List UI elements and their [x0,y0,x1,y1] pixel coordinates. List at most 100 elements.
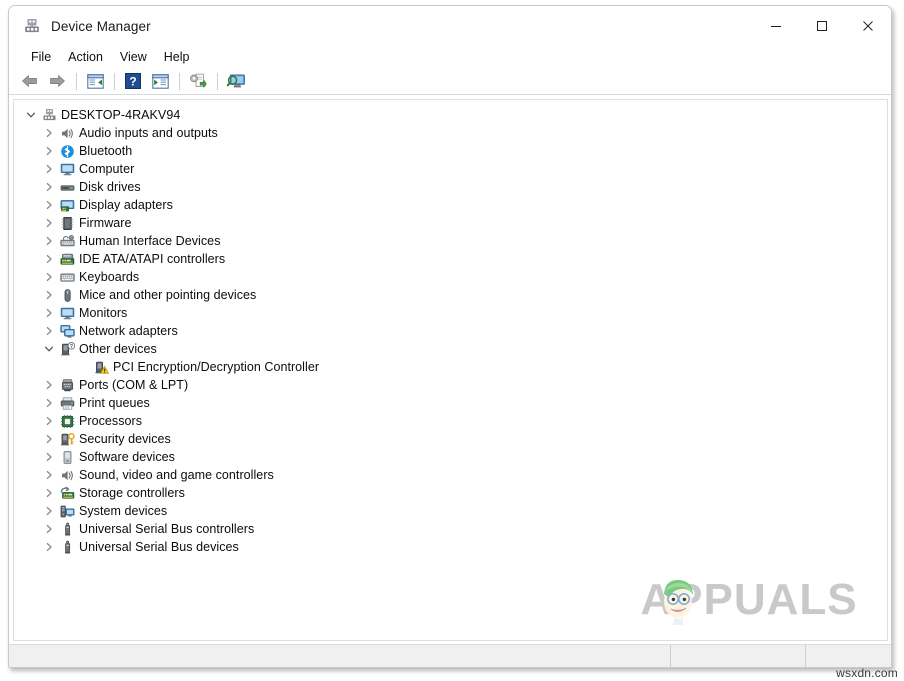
tree-node[interactable]: Sound, video and game controllers [14,466,887,484]
tree-node[interactable]: Ports (COM & LPT) [14,376,887,394]
chevron-right-icon[interactable] [40,124,57,142]
tree-node[interactable]: Bluetooth [14,142,887,160]
tree-node[interactable]: Computer [14,160,887,178]
mouse-icon [57,286,77,304]
back-button[interactable] [17,69,43,93]
update-driver-button[interactable] [185,69,211,93]
tree-node[interactable]: Firmware [14,214,887,232]
separator-4 [217,72,218,90]
unknown-device-icon: ? [57,340,77,358]
tree-node-label: PCI Encryption/Decryption Controller [113,360,320,374]
tree-node-root[interactable]: DESKTOP-4RAKV94 [14,106,887,124]
tree-node-label: Firmware [79,216,132,230]
minimize-button[interactable] [753,6,799,46]
chevron-right-icon[interactable] [40,178,57,196]
window-title: Device Manager [51,18,151,34]
usb-icon [57,520,77,538]
show-hide-console-tree-button[interactable] [82,69,108,93]
chevron-right-icon[interactable] [40,142,57,160]
help-button[interactable]: ? [120,69,146,93]
tree-node-label: System devices [79,504,168,518]
tree-node[interactable]: Security devices [14,430,887,448]
tree-node-label: Computer [79,162,135,176]
tree-node[interactable]: Software devices [14,448,887,466]
chevron-right-icon[interactable] [40,448,57,466]
chevron-right-icon[interactable] [40,322,57,340]
tree-node-label: Disk drives [79,180,141,194]
chevron-right-icon[interactable] [40,466,57,484]
speaker-icon [57,124,77,142]
console-tree-icon [86,73,104,89]
menu-view[interactable]: View [112,47,156,67]
menu-help[interactable]: Help [156,47,199,67]
chevron-right-icon[interactable] [40,520,57,538]
chevron-right-icon[interactable] [40,286,57,304]
chevron-right-icon[interactable] [40,430,57,448]
chevron-right-icon[interactable] [40,484,57,502]
window-controls [753,6,891,46]
properties-button[interactable] [147,69,173,93]
chevron-right-icon[interactable] [40,214,57,232]
menu-bar: File Action View Help [9,46,891,68]
separator-3 [179,72,180,90]
chevron-right-icon[interactable] [40,250,57,268]
tree-node[interactable]: Keyboards [14,268,887,286]
tree-node-label: Software devices [79,450,175,464]
tree-node[interactable]: PCI Encryption/Decryption Controller [14,358,887,376]
forward-button[interactable] [44,69,70,93]
toolbar: ? [9,68,891,95]
tree-node[interactable]: Universal Serial Bus devices [14,538,887,556]
tree-node[interactable]: IDE ATA/ATAPI controllers [14,250,887,268]
tree-node-label: Monitors [79,306,128,320]
chevron-right-icon[interactable] [40,196,57,214]
chevron-right-icon[interactable] [40,502,57,520]
chevron-right-icon[interactable] [40,538,57,556]
tree-node[interactable]: Universal Serial Bus controllers [14,520,887,538]
tree-node[interactable]: Storage controllers [14,484,887,502]
device-tree-list: DESKTOP-4RAKV94 Audio inputs and outputs… [14,100,887,556]
storage-controller-icon [57,484,77,502]
tree-node[interactable]: Human Interface Devices [14,232,887,250]
tree-node[interactable]: Processors [14,412,887,430]
chevron-right-icon[interactable] [40,268,57,286]
scan-hardware-changes-button[interactable] [223,69,249,93]
svg-text:?: ? [69,343,72,349]
device-tree-pane: APPUALS DESKTOP-4RAKV94 Audio inputs and… [9,95,891,644]
tree-node[interactable]: Display adapters [14,196,887,214]
chevron-down-icon[interactable] [40,340,57,358]
appuals-watermark: APPUALS [640,575,857,625]
tree-node-label: Universal Serial Bus devices [79,540,239,554]
update-driver-icon [190,73,207,88]
close-button[interactable] [845,6,891,46]
system-device-icon [57,502,77,520]
device-tree[interactable]: APPUALS DESKTOP-4RAKV94 Audio inputs and… [13,99,888,641]
scan-hardware-icon [226,74,245,88]
tree-node-label: IDE ATA/ATAPI controllers [79,252,226,266]
chevron-right-icon[interactable] [40,232,57,250]
device-manager-icon [25,19,39,33]
status-bar [9,644,891,667]
tree-node[interactable]: ? Other devices [14,340,887,358]
tree-children-container: Audio inputs and outputs Bluetooth Compute… [14,124,887,556]
status-pane-2 [671,645,806,667]
chevron-right-icon[interactable] [40,160,57,178]
security-key-icon [57,430,77,448]
tree-node[interactable]: Disk drives [14,178,887,196]
minimize-icon [771,26,781,27]
maximize-button[interactable] [799,6,845,46]
chevron-down-icon[interactable] [22,106,39,124]
display-adapter-icon [57,196,77,214]
tree-node[interactable]: Print queues [14,394,887,412]
chevron-right-icon[interactable] [40,376,57,394]
tree-node[interactable]: Network adapters [14,322,887,340]
menu-action[interactable]: Action [60,47,112,67]
menu-file[interactable]: File [23,47,60,67]
chevron-right-icon[interactable] [40,412,57,430]
chevron-right-icon[interactable] [40,394,57,412]
tree-node[interactable]: Audio inputs and outputs [14,124,887,142]
tree-node[interactable]: Mice and other pointing devices [14,286,887,304]
tree-node[interactable]: Monitors [14,304,887,322]
tree-node-label: DESKTOP-4RAKV94 [61,108,181,122]
chevron-right-icon[interactable] [40,304,57,322]
tree-node[interactable]: System devices [14,502,887,520]
